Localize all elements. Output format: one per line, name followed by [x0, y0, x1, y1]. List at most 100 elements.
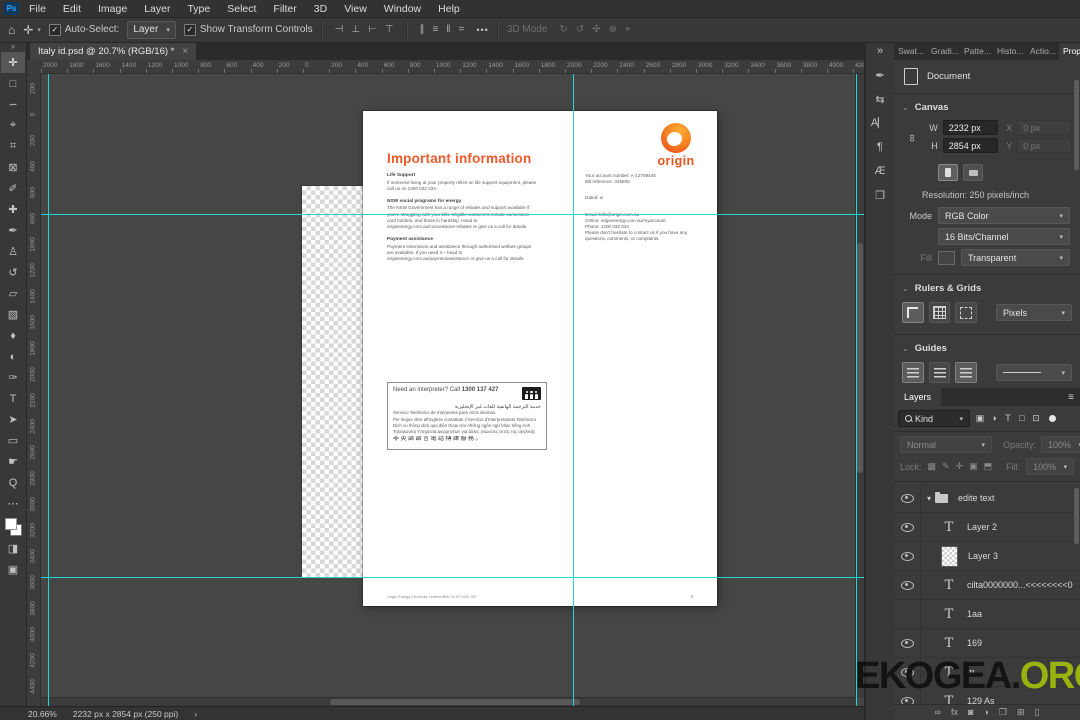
link-dimensions-icon[interactable]: ∞ — [906, 134, 918, 142]
layer-row[interactable]: Tcilta0000000...<<<<<<<<0 d — [894, 571, 1080, 600]
menu-filter[interactable]: Filter — [273, 3, 296, 15]
filter-adjustment-layers-icon[interactable]: ◑ — [987, 413, 1001, 424]
visibility-cell[interactable] — [894, 513, 921, 541]
visibility-cell[interactable] — [894, 571, 921, 599]
toggle-snap-button[interactable] — [955, 302, 978, 323]
visibility-cell[interactable] — [894, 687, 921, 704]
3d-rotate-icon[interactable]: ↻ — [559, 24, 567, 35]
eye-icon[interactable] — [900, 551, 914, 561]
new-layer-icon[interactable]: ⊞ — [1017, 707, 1025, 718]
collapse-panels-icon[interactable]: » — [877, 45, 883, 59]
brush-tool[interactable]: ✒ — [1, 220, 25, 241]
layer-row[interactable]: ▾ edite text — [894, 484, 1080, 513]
tab-properties[interactable]: Properties — [1059, 42, 1080, 60]
layer-row[interactable]: T 169 — [894, 629, 1080, 658]
menu-type[interactable]: Type — [187, 3, 210, 15]
filter-pixel-layers-icon[interactable]: ▣ — [973, 413, 987, 424]
3d-panel-icon[interactable]: ❒ — [875, 189, 885, 203]
photoshop-logo-icon[interactable]: Ps — [4, 2, 19, 15]
show-transform-checkbox[interactable]: ✓ — [183, 23, 196, 36]
link-layers-icon[interactable]: ∞ — [935, 707, 941, 717]
align-left-icon[interactable]: ⊣ — [335, 24, 344, 35]
filter-shape-layers-icon[interactable]: □ — [1015, 413, 1029, 424]
color-mode-select[interactable]: RGB Color ▾ — [938, 207, 1070, 224]
foreground-background-swatches[interactable] — [1, 514, 25, 538]
eyedropper-tool[interactable]: ✐ — [1, 178, 25, 199]
new-group-icon[interactable]: ❒ — [999, 707, 1007, 718]
tab-swat[interactable]: Swat... — [894, 42, 927, 60]
lasso-tool[interactable]: ∽ — [1, 94, 25, 115]
visibility-cell[interactable] — [894, 542, 921, 570]
guide[interactable] — [40, 214, 864, 215]
show-transform-option[interactable]: ✓ Show Transform Controls — [183, 23, 313, 36]
toggle-rulers-button[interactable] — [902, 302, 924, 323]
panel-menu-icon[interactable]: ≡ — [1062, 388, 1080, 406]
character-panel-icon[interactable]: A⎸ — [871, 117, 889, 131]
visibility-cell[interactable] — [894, 484, 921, 512]
distribute-v-icon[interactable]: ∥ — [420, 24, 425, 35]
brushes-panel-icon[interactable]: ✒ — [875, 69, 884, 83]
zoom-tool[interactable]: Q — [1, 472, 25, 493]
eraser-tool[interactable]: ▱ — [1, 283, 25, 304]
portrait-orientation-button[interactable] — [938, 164, 958, 181]
properties-scrollbar[interactable] — [1074, 80, 1079, 170]
layer-row[interactable]: T 1aa — [894, 600, 1080, 629]
crop-tool[interactable]: ⌗ — [1, 136, 25, 157]
eye-icon[interactable] — [900, 638, 914, 648]
tool-presets-panel-icon[interactable]: ⇆ — [875, 93, 884, 107]
3d-drag-icon[interactable]: ✣ — [592, 24, 600, 35]
status-chevron-icon[interactable]: › — [194, 709, 197, 719]
width-field[interactable]: 2232 px — [942, 120, 998, 135]
clear-guides-button[interactable] — [955, 362, 978, 383]
filter-smart-objects-icon[interactable]: ⊡ — [1029, 413, 1043, 424]
align-right-icon[interactable]: ⊢ — [368, 24, 377, 35]
layer-row[interactable]: T 129 As — [894, 687, 1080, 704]
align-center-h-icon[interactable]: ⊥ — [351, 24, 360, 35]
healing-brush-tool[interactable]: ✚ — [1, 199, 25, 220]
3d-slide-icon[interactable]: ⊕ — [609, 24, 617, 35]
layer-row[interactable]: T Layer 2 — [894, 513, 1080, 542]
horizontal-ruler[interactable]: 2000 1800 1600 1400 1200 1000 800 600 400 200 0 200… — [40, 60, 864, 74]
filter-kind-select[interactable]: Kind ▾ — [898, 410, 970, 427]
adjustment-layer-icon[interactable]: ◑ — [983, 707, 988, 717]
eye-icon[interactable] — [900, 696, 914, 704]
canvas-section-header[interactable]: ⌄ Canvas — [894, 94, 1080, 118]
height-field[interactable]: 2854 px — [942, 138, 998, 153]
object-selection-tool[interactable]: ⌖ — [1, 115, 25, 136]
clone-stamp-tool[interactable]: ♙ — [1, 241, 25, 262]
guide[interactable] — [40, 577, 864, 578]
hand-tool[interactable]: ☛ — [1, 451, 25, 472]
foreground-color-swatch[interactable] — [5, 518, 17, 530]
menu-help[interactable]: Help — [438, 3, 460, 15]
menu-view[interactable]: View — [344, 3, 367, 15]
eye-icon[interactable] — [900, 522, 914, 532]
menu-file[interactable]: File — [29, 3, 46, 15]
eye-icon[interactable] — [900, 580, 914, 590]
auto-select-checkbox[interactable]: ✓ — [48, 23, 61, 36]
3d-roll-icon[interactable]: ↺ — [576, 24, 584, 35]
toggle-guides-button[interactable] — [902, 362, 924, 383]
move-tool[interactable]: ✛ — [1, 52, 25, 73]
layers-tab[interactable]: Layers — [894, 388, 942, 406]
distribute-top-icon[interactable]: = — [459, 24, 465, 35]
fill-swatch[interactable] — [938, 250, 955, 265]
layer-effects-icon[interactable]: fx — [951, 707, 958, 717]
units-select[interactable]: Pixels ▾ — [996, 304, 1073, 321]
type-tool[interactable]: T — [1, 388, 25, 409]
guide[interactable] — [48, 73, 49, 706]
layers-scrollbar[interactable] — [1074, 488, 1079, 544]
shape-tool[interactable]: ▭ — [1, 430, 25, 451]
guide-style-select[interactable]: ▾ — [996, 364, 1073, 381]
menu-3d[interactable]: 3D — [314, 3, 327, 15]
eye-icon[interactable] — [900, 493, 914, 503]
fill-select[interactable]: Transparent ▾ — [961, 249, 1070, 266]
home-icon[interactable]: ⌂ — [8, 23, 15, 37]
menu-image[interactable]: Image — [98, 3, 127, 15]
visibility-cell[interactable] — [894, 629, 921, 657]
menu-window[interactable]: Window — [384, 3, 421, 15]
landscape-orientation-button[interactable] — [963, 164, 983, 181]
lock-guides-button[interactable] — [928, 362, 951, 383]
bit-depth-select[interactable]: 16 Bits/Channel ▾ — [938, 228, 1070, 245]
tab-gradi[interactable]: Gradi... — [927, 42, 960, 60]
menu-select[interactable]: Select — [227, 3, 256, 15]
